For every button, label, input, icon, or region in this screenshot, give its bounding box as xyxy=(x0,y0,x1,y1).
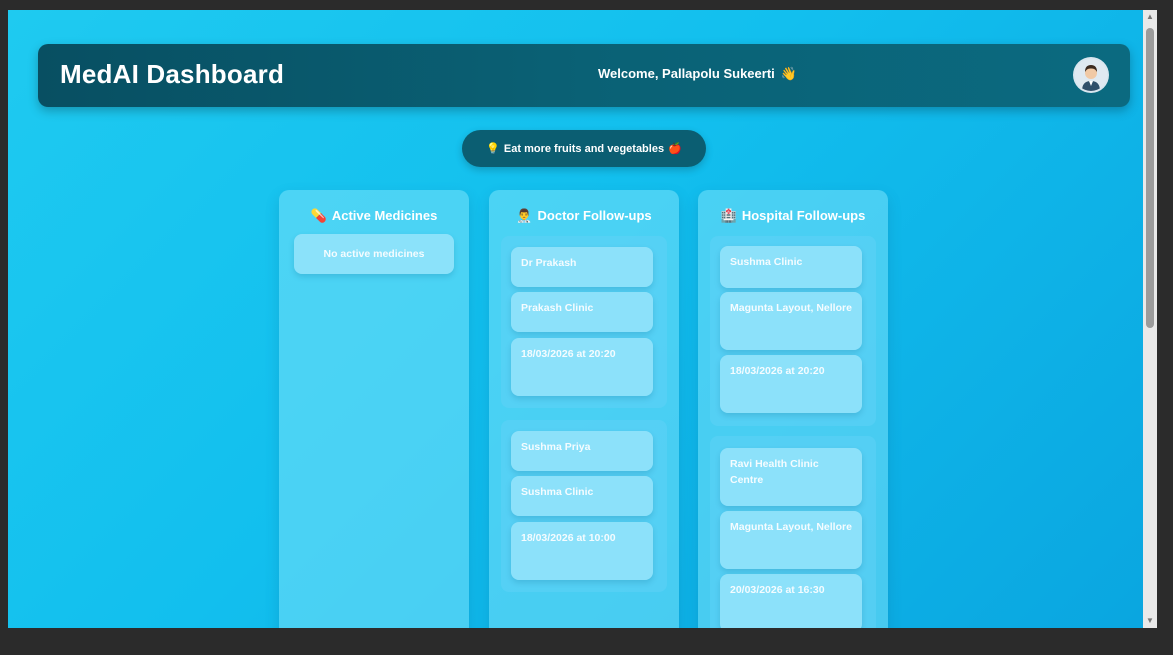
app-header: MedAI Dashboard Welcome, Pallapolu Sukee… xyxy=(38,44,1130,107)
lightbulb-icon: 💡 xyxy=(486,143,500,155)
health-tip-banner: 💡 Eat more fruits and vegetables 🍎 xyxy=(462,130,706,167)
hospital-name: Sushma Clinic xyxy=(720,246,862,288)
hospital-address: Magunta Layout, Nellore xyxy=(720,511,862,569)
doctor-followups-title: 👨‍⚕️ Doctor Follow-ups xyxy=(489,208,679,224)
health-tip-text: Eat more fruits and vegetables xyxy=(503,142,665,155)
hospital-appointment-time: 20/03/2026 at 16:30 xyxy=(720,574,862,628)
pill-icon: 💊 xyxy=(310,208,327,223)
doctor-followups-label: Doctor Follow-ups xyxy=(537,208,652,223)
app-title: MedAI Dashboard xyxy=(60,59,285,89)
active-medicines-panel: 💊 Active Medicines No active medicines xyxy=(279,190,469,628)
welcome-message: Welcome, Pallapolu Sukeerti 👋 xyxy=(598,66,797,82)
wave-emoji: 👋 xyxy=(780,66,797,81)
apple-icon: 🍎 xyxy=(668,143,682,155)
doctor-clinic: Sushma Clinic xyxy=(511,476,653,516)
no-medicines-card: No active medicines xyxy=(294,234,454,274)
welcome-text: Welcome, Pallapolu Sukeerti xyxy=(598,66,775,81)
doctor-appointment-time: 18/03/2026 at 20:20 xyxy=(511,338,653,396)
hospital-followups-title: 🏥 Hospital Follow-ups xyxy=(698,208,888,224)
hospital-followup-item[interactable]: Sushma Clinic Magunta Layout, Nellore 18… xyxy=(710,236,876,426)
doctor-followup-item[interactable]: Sushma Priya Sushma Clinic 18/03/2026 at… xyxy=(501,420,667,592)
doctor-name: Sushma Priya xyxy=(511,431,653,471)
hospital-name: Ravi Health Clinic Centre xyxy=(720,448,862,506)
active-medicines-label: Active Medicines xyxy=(331,208,438,223)
hospital-appointment-time: 18/03/2026 at 20:20 xyxy=(720,355,862,413)
hospital-address: Magunta Layout, Nellore xyxy=(720,292,862,350)
hospital-followups-panel: 🏥 Hospital Follow-ups Sushma Clinic Magun… xyxy=(698,190,888,628)
hospital-followups-label: Hospital Follow-ups xyxy=(741,208,866,223)
active-medicines-title: 💊 Active Medicines xyxy=(279,208,469,224)
hospital-icon: 🏥 xyxy=(720,208,737,223)
doctor-appointment-time: 18/03/2026 at 10:00 xyxy=(511,522,653,580)
app-viewport: MedAI Dashboard Welcome, Pallapolu Sukee… xyxy=(8,10,1143,628)
doctor-followups-panel: 👨‍⚕️ Doctor Follow-ups Dr Prakash Prakash… xyxy=(489,190,679,628)
vertical-scrollbar[interactable]: ▲ ▼ xyxy=(1143,10,1157,628)
user-avatar-icon[interactable] xyxy=(1075,59,1107,91)
doctor-name: Dr Prakash xyxy=(511,247,653,287)
doctor-clinic: Prakash Clinic xyxy=(511,292,653,332)
doctor-followup-item[interactable]: Dr Prakash Prakash Clinic 18/03/2026 at … xyxy=(501,236,667,408)
hospital-followup-item[interactable]: Ravi Health Clinic Centre Magunta Layout… xyxy=(710,436,876,628)
scrollbar-thumb[interactable] xyxy=(1146,28,1154,328)
scroll-up-arrow-icon[interactable]: ▲ xyxy=(1143,10,1157,24)
doctor-icon: 👨‍⚕️ xyxy=(516,208,533,223)
scroll-down-arrow-icon[interactable]: ▼ xyxy=(1143,614,1157,628)
